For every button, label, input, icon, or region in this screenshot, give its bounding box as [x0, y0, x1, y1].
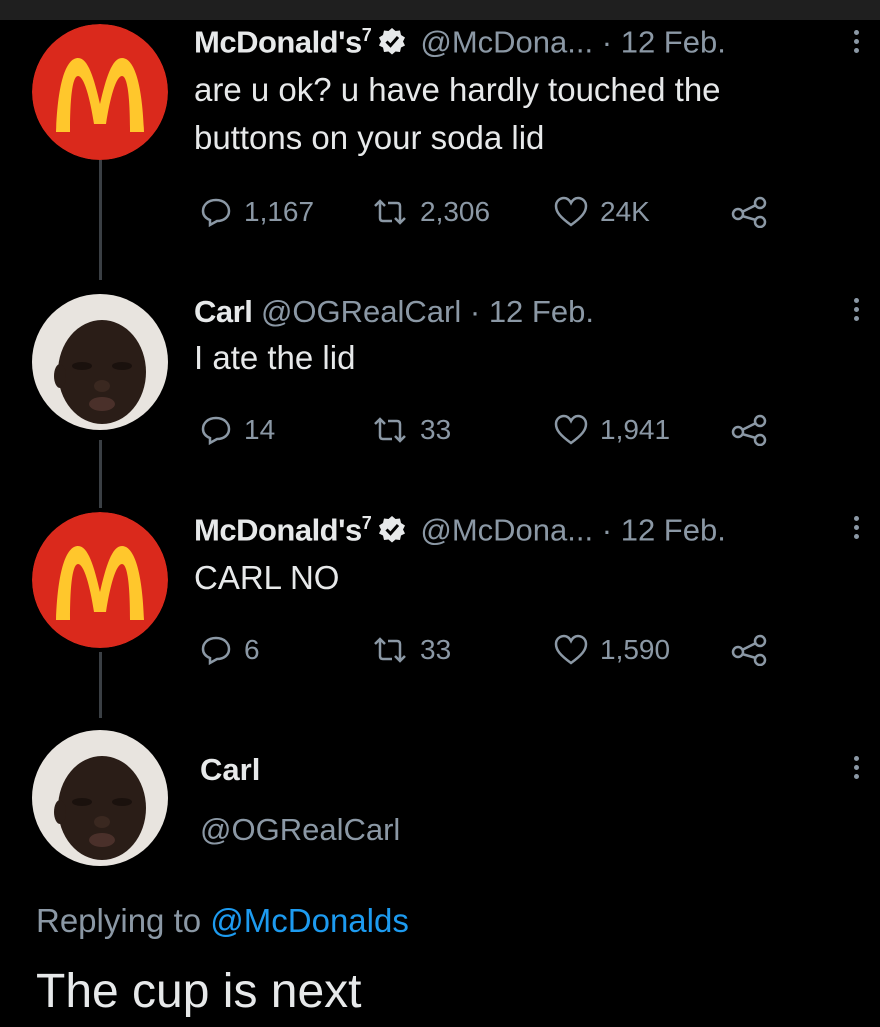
author-name[interactable]: Carl	[194, 294, 253, 329]
avatar-carl[interactable]	[32, 294, 168, 430]
thread-line	[99, 652, 102, 718]
verified-icon	[378, 515, 406, 548]
tweet-header: Carl @OGRealCarl · 12 Feb.	[194, 296, 594, 327]
replying-to: Replying to @McDonalds	[36, 902, 409, 940]
more-icon[interactable]	[852, 30, 862, 57]
top-bar	[0, 0, 880, 20]
author-name[interactable]: McDonald's	[194, 512, 362, 547]
tweet-text: CARL NO	[194, 559, 340, 596]
reply-button[interactable]: 1,167	[200, 196, 314, 228]
reply-count: 14	[244, 414, 276, 445]
retweet-count: 33	[420, 634, 452, 665]
carl-photo-icon	[32, 294, 168, 430]
tweet-text: I ate the lid	[194, 339, 356, 376]
reply-icon	[201, 636, 231, 666]
mcdonalds-logo-icon	[32, 512, 168, 648]
avatar-mcdonalds[interactable]	[32, 512, 168, 648]
reply-icon	[201, 416, 231, 446]
share-button[interactable]	[730, 414, 770, 446]
separator-dot: ·	[601, 24, 613, 60]
reply-button[interactable]: 14	[200, 414, 275, 446]
like-icon	[554, 196, 588, 227]
tweet-actions: 14 33 1,941	[200, 414, 800, 448]
verified-icon	[378, 27, 406, 60]
retweet-icon	[374, 199, 406, 225]
tweet-header: McDonald's7 @McDona... · 12 Feb.	[194, 514, 726, 548]
reply-count: 6	[244, 634, 260, 665]
retweet-count: 33	[420, 414, 452, 445]
avatar-carl[interactable]	[32, 730, 168, 866]
tweet-actions: 1,167 2,306 24K	[200, 196, 800, 230]
mcdonalds-logo-icon	[32, 24, 168, 160]
like-count: 24K	[600, 196, 650, 227]
thread-line	[99, 440, 102, 508]
tweet-header: McDonald's7 @McDona... · 12 Feb.	[194, 26, 726, 60]
retweet-button[interactable]: 33	[372, 634, 451, 666]
more-icon[interactable]	[852, 756, 862, 783]
tweet-actions: 6 33 1,590	[200, 634, 800, 668]
share-button[interactable]	[730, 634, 770, 666]
author-handle[interactable]: @OGRealCarl	[261, 294, 461, 329]
like-button[interactable]: 1,590	[554, 634, 670, 666]
retweet-count: 2,306	[420, 196, 491, 227]
replying-to-mention[interactable]: @McDonalds	[210, 902, 409, 939]
tweet-date[interactable]: 12 Feb.	[621, 24, 726, 59]
tweet-date[interactable]: 12 Feb.	[489, 294, 594, 329]
avatar-mcdonalds[interactable]	[32, 24, 168, 160]
like-count: 1,941	[600, 414, 671, 445]
like-button[interactable]: 24K	[554, 196, 650, 228]
tweet-date[interactable]: 12 Feb.	[621, 512, 726, 547]
tweet-text: are u ok? u have hardly touched the butt…	[194, 71, 721, 156]
separator-dot: ·	[601, 512, 613, 548]
like-icon	[554, 634, 588, 665]
like-button[interactable]: 1,941	[554, 414, 670, 446]
tweet-text: The cup is next	[36, 965, 362, 1018]
like-count: 1,590	[600, 634, 671, 665]
author-handle[interactable]: @McDona...	[420, 512, 593, 547]
name-superscript: 7	[361, 25, 372, 45]
retweet-icon	[374, 637, 406, 663]
name-superscript: 7	[361, 513, 372, 533]
thread-line	[99, 160, 102, 280]
author-name[interactable]: McDonald's	[194, 24, 362, 59]
retweet-icon	[374, 417, 406, 443]
share-icon	[731, 634, 767, 666]
retweet-button[interactable]: 2,306	[372, 196, 490, 228]
author-handle[interactable]: @OGRealCarl	[200, 812, 400, 848]
share-button[interactable]	[730, 196, 770, 228]
like-icon	[554, 414, 588, 445]
reply-count: 1,167	[244, 196, 315, 227]
reply-button[interactable]: 6	[200, 634, 260, 666]
author-handle[interactable]: @McDona...	[420, 24, 593, 59]
replying-prefix: Replying to	[36, 902, 202, 939]
share-icon	[731, 414, 767, 446]
reply-icon	[201, 198, 231, 228]
more-icon[interactable]	[852, 516, 862, 543]
carl-photo-icon	[32, 730, 168, 866]
share-icon	[731, 196, 767, 228]
author-name[interactable]: Carl	[200, 752, 260, 788]
separator-dot: ·	[469, 294, 481, 329]
more-icon[interactable]	[852, 298, 862, 325]
retweet-button[interactable]: 33	[372, 414, 451, 446]
